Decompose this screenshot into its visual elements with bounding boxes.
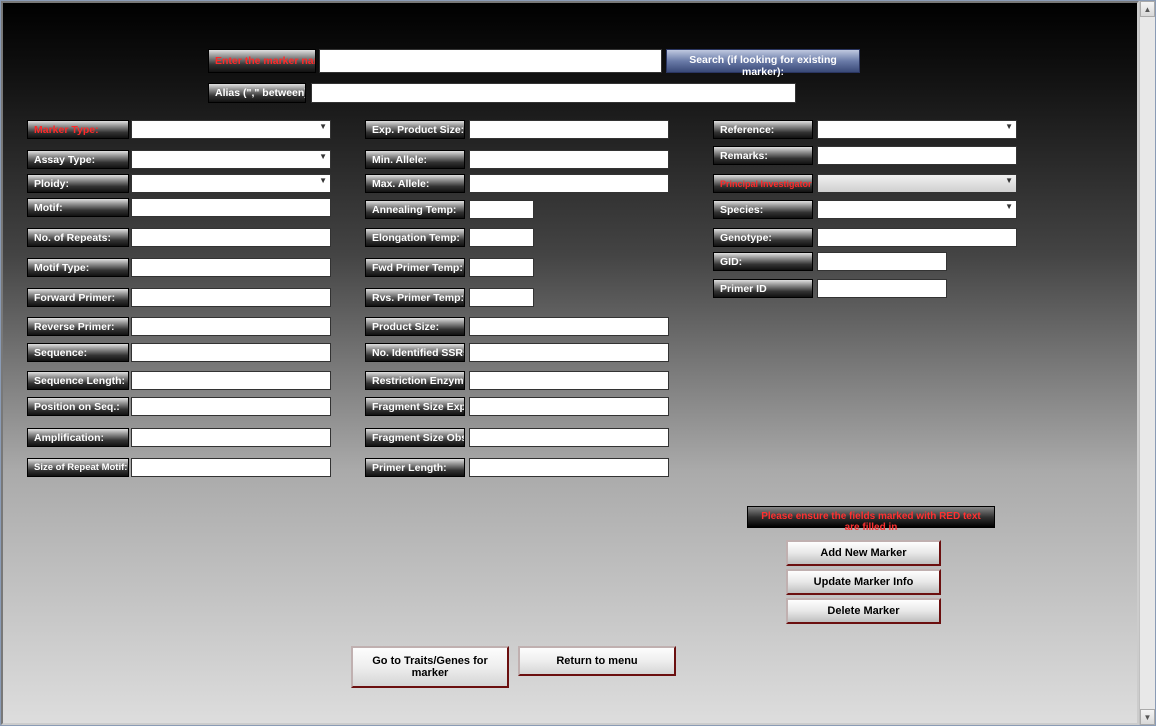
primer-length-label: Primer Length:: [365, 458, 465, 477]
form-panel: Enter the marker name Search (if looking…: [1, 1, 1139, 725]
reference-select[interactable]: [817, 120, 1017, 139]
marker-type-label: Marker Type:: [27, 120, 129, 139]
species-label: Species:: [713, 200, 813, 219]
primer-id-input[interactable]: [817, 279, 947, 298]
motif-label: Motif:: [27, 198, 129, 217]
seq-len-input[interactable]: [131, 371, 331, 390]
scroll-down-arrow[interactable]: ▼: [1140, 709, 1155, 725]
ploidy-label: Ploidy:: [27, 174, 129, 193]
motif-type-input[interactable]: [131, 258, 331, 277]
assay-type-label: Assay Type:: [27, 150, 129, 169]
elongation-temp-input[interactable]: [469, 228, 534, 247]
amplification-input[interactable]: [131, 428, 331, 447]
min-allele-input[interactable]: [469, 150, 669, 169]
search-button[interactable]: Search (if looking for existing marker):: [666, 49, 860, 73]
return-to-menu-button[interactable]: Return to menu: [518, 646, 676, 676]
frag-size-obs-label: Fragment Size Obs:: [365, 428, 465, 447]
required-fields-notice: Please ensure the fields marked with RED…: [747, 506, 995, 528]
no-ssrs-label: No. Identified SSRs:: [365, 343, 465, 362]
update-marker-info-button[interactable]: Update Marker Info: [786, 569, 941, 595]
restriction-enzyme-input[interactable]: [469, 371, 669, 390]
pos-seq-label: Position on Seq.:: [27, 397, 129, 416]
add-new-marker-button[interactable]: Add New Marker: [786, 540, 941, 566]
rev-primer-input[interactable]: [131, 317, 331, 336]
exp-product-size-input[interactable]: [469, 120, 669, 139]
ploidy-select[interactable]: [131, 174, 331, 193]
no-ssrs-input[interactable]: [469, 343, 669, 362]
vertical-scrollbar[interactable]: ▲ ▼: [1139, 1, 1155, 725]
frag-size-exp-label: Fragment Size Exp:: [365, 397, 465, 416]
scroll-up-arrow[interactable]: ▲: [1140, 1, 1155, 17]
marker-name-label: Enter the marker name: [208, 49, 316, 73]
seq-len-label: Sequence Length:: [27, 371, 129, 390]
min-allele-label: Min. Allele:: [365, 150, 465, 169]
max-allele-input[interactable]: [469, 174, 669, 193]
remarks-input[interactable]: [817, 146, 1017, 165]
gid-input[interactable]: [817, 252, 947, 271]
rvs-primer-temp-input[interactable]: [469, 288, 534, 307]
primer-id-label: Primer ID: [713, 279, 813, 298]
exp-product-size-label: Exp. Product Size:: [365, 120, 465, 139]
fwd-primer-label: Forward Primer:: [27, 288, 129, 307]
marker-name-input[interactable]: [319, 49, 662, 73]
max-allele-label: Max. Allele:: [365, 174, 465, 193]
pos-seq-input[interactable]: [131, 397, 331, 416]
rev-primer-label: Reverse Primer:: [27, 317, 129, 336]
sequence-input[interactable]: [131, 343, 331, 362]
motif-type-label: Motif Type:: [27, 258, 129, 277]
genotype-input[interactable]: [817, 228, 1017, 247]
rvs-primer-temp-label: Rvs. Primer Temp:: [365, 288, 465, 307]
elongation-temp-label: Elongation Temp:: [365, 228, 465, 247]
restriction-enzyme-label: Restriction Enzyme:: [365, 371, 465, 390]
frag-size-obs-input[interactable]: [469, 428, 669, 447]
gid-label: GID:: [713, 252, 813, 271]
frag-size-exp-input[interactable]: [469, 397, 669, 416]
fwd-primer-temp-input[interactable]: [469, 258, 534, 277]
no-repeats-input[interactable]: [131, 228, 331, 247]
pi-label: Principal Investigator:: [713, 174, 813, 193]
alias-input[interactable]: [311, 83, 796, 103]
annealing-temp-label: Annealing Temp:: [365, 200, 465, 219]
size-repeat-motif-label: Size of Repeat Motif:: [27, 458, 129, 477]
product-size-input[interactable]: [469, 317, 669, 336]
delete-marker-button[interactable]: Delete Marker: [786, 598, 941, 624]
annealing-temp-input[interactable]: [469, 200, 534, 219]
marker-type-select[interactable]: [131, 120, 331, 139]
species-select[interactable]: [817, 200, 1017, 219]
amplification-label: Amplification:: [27, 428, 129, 447]
product-size-label: Product Size:: [365, 317, 465, 336]
assay-type-select[interactable]: [131, 150, 331, 169]
go-to-traits-button[interactable]: Go to Traits/Genes for marker: [351, 646, 509, 688]
sequence-label: Sequence:: [27, 343, 129, 362]
genotype-label: Genotype:: [713, 228, 813, 247]
no-repeats-label: No. of Repeats:: [27, 228, 129, 247]
alias-label: Alias ("," between):: [208, 83, 306, 103]
primer-length-input[interactable]: [469, 458, 669, 477]
size-repeat-motif-input[interactable]: [131, 458, 331, 477]
motif-input[interactable]: [131, 198, 331, 217]
reference-label: Reference:: [713, 120, 813, 139]
app-window: Enter the marker name Search (if looking…: [0, 0, 1156, 726]
pi-select[interactable]: [817, 174, 1017, 193]
fwd-primer-input[interactable]: [131, 288, 331, 307]
fwd-primer-temp-label: Fwd Primer Temp:: [365, 258, 465, 277]
remarks-label: Remarks:: [713, 146, 813, 165]
